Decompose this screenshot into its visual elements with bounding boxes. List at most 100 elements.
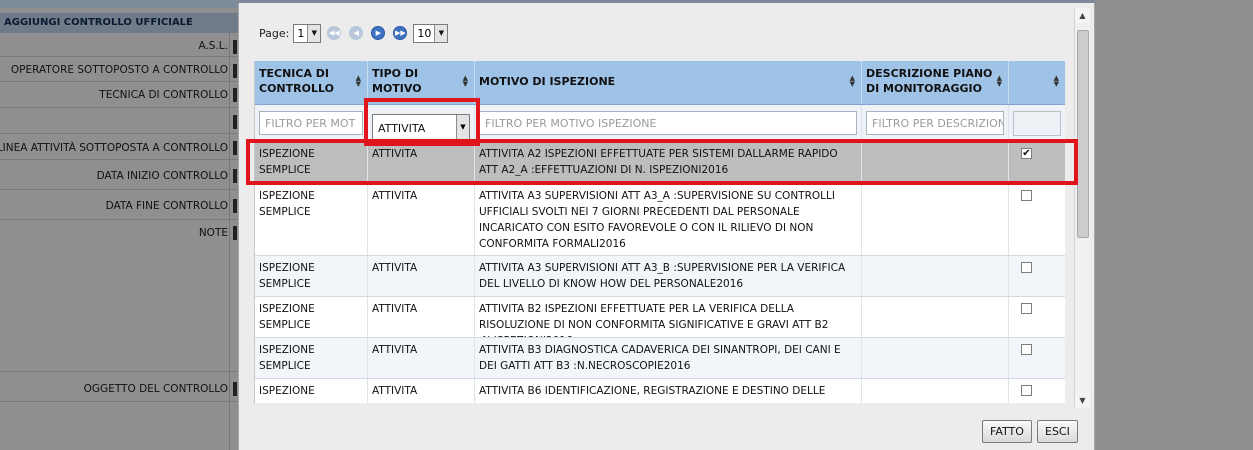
bg-row-asl: A.S.L.: [0, 37, 238, 57]
cell-descrizione: [862, 184, 1009, 255]
bg-row-linea: LINEA ATTIVITÀ SOTTOPOSTA A CONTROLLO: [0, 136, 238, 160]
cell-descrizione: [862, 338, 1009, 378]
cell-tipo: ATTIVITA: [368, 297, 475, 337]
bg-field-oggetto[interactable]: [233, 382, 237, 396]
bg-label-data-fine: DATA FINE CONTROLLO: [105, 200, 228, 212]
cell-motivo: ATTIVITA B2 ISPEZIONI EFFETTUATE PER LA …: [475, 297, 862, 337]
col-header-label: DESCRIZIONE PIANO DI MONITORAGGIO: [866, 67, 993, 95]
bg-label-operatore: OPERATORE SOTTOPOSTO A CONTROLLO: [10, 64, 228, 76]
bg-field-data-fine[interactable]: [233, 199, 237, 213]
bg-field-operatore[interactable]: [233, 64, 237, 78]
table-row[interactable]: ISPEZIONE SEMPLICE ATTIVITA ATTIVITA B3 …: [255, 338, 1065, 379]
scroll-up-icon[interactable]: ▲: [1075, 8, 1090, 23]
filter-cell-motivo: FILTRO PER MOTIVO ISPEZIONE: [475, 105, 862, 141]
dialog-scrollbar[interactable]: ▲ ▼: [1074, 8, 1090, 408]
background-form-header: AGGIUNGI CONTROLLO UFFICIALE: [0, 13, 238, 33]
table-row[interactable]: ISPEZIONE ATTIVITA ATTIVITA B6 IDENTIFIC…: [255, 379, 1065, 403]
sort-icon[interactable]: ▲ ▼: [1054, 75, 1059, 88]
cell-check: [1009, 338, 1065, 378]
cell-check: [1009, 256, 1065, 296]
cell-check: [1009, 297, 1065, 337]
col-header-label: TIPO DI MOTIVO: [372, 67, 422, 95]
row-checkbox[interactable]: [1021, 303, 1032, 314]
scrollbar-thumb[interactable]: [1077, 30, 1089, 238]
pager-label: Page:: [259, 26, 290, 40]
bg-field-linea[interactable]: [233, 141, 237, 155]
page-size-select[interactable]: 10 ▼: [413, 23, 449, 43]
chevron-down-icon: ▼: [456, 115, 469, 139]
table-row[interactable]: ISPEZIONE SEMPLICE ATTIVITA ATTIVITA A3 …: [255, 184, 1065, 256]
bg-row-blank: [0, 110, 238, 134]
table-row[interactable]: ISPEZIONE SEMPLICE ATTIVITA ATTIVITA B2 …: [255, 297, 1065, 338]
bg-field-asl[interactable]: [233, 40, 237, 54]
page-select[interactable]: 1 ▼: [293, 23, 322, 43]
col-header-tipo[interactable]: TIPO DI MOTIVO ▲ ▼: [368, 61, 475, 104]
filter-motivo-input[interactable]: FILTRO PER MOTIVO ISPEZIONE: [479, 111, 857, 135]
bg-field-note[interactable]: [233, 226, 237, 240]
cell-tipo: ATTIVITA: [368, 184, 475, 255]
bg-label-linea: LINEA ATTIVITÀ SOTTOPOSTA A CONTROLLO: [0, 142, 228, 154]
page-size-value: 10: [417, 26, 432, 40]
fatto-button[interactable]: FATTO: [982, 420, 1032, 443]
cell-tipo: ATTIVITA: [368, 256, 475, 296]
row-checkbox[interactable]: [1021, 344, 1032, 355]
bg-row-data-fine: DATA FINE CONTROLLO: [0, 192, 238, 220]
bg-row-operatore: OPERATORE SOTTOPOSTO A CONTROLLO: [0, 60, 238, 82]
col-header-check[interactable]: ▲ ▼: [1009, 61, 1065, 104]
table-row[interactable]: ISPEZIONE SEMPLICE ATTIVITA ATTIVITA A3 …: [255, 256, 1065, 297]
cell-tecnica: ISPEZIONE: [255, 379, 368, 403]
col-header-tecnica[interactable]: TECNICA DI CONTROLLO ▲ ▼: [255, 61, 368, 104]
cell-tecnica: ISPEZIONE SEMPLICE: [255, 297, 368, 337]
cell-descrizione: [862, 256, 1009, 296]
page-select-value: 1: [297, 26, 305, 40]
bg-row-tecnica: TECNICA DI CONTROLLO: [0, 84, 238, 108]
filter-tecnica-input[interactable]: FILTRO PER MOT: [259, 111, 363, 135]
last-page-icon[interactable]: ▶▶: [393, 26, 408, 40]
pager: Page: 1 ▼ ◀◀ ◀ ▶ ▶▶ 10 ▼: [259, 23, 449, 43]
bg-field-tecnica[interactable]: [233, 88, 237, 102]
prev-page-icon[interactable]: ◀: [349, 26, 364, 40]
cell-tipo: ATTIVITA: [368, 142, 475, 183]
row-checkbox[interactable]: [1021, 385, 1032, 396]
cell-tipo: ATTIVITA: [368, 338, 475, 378]
first-page-icon[interactable]: ◀◀: [327, 26, 342, 40]
cell-motivo: ATTIVITA A3 SUPERVISIONI ATT A3_B :SUPER…: [475, 256, 862, 296]
cell-check: ✔: [1009, 142, 1065, 183]
bg-row-oggetto: OGGETTO DEL CONTROLLO: [0, 378, 238, 402]
filter-descrizione-input[interactable]: FILTRO PER DESCRIZIONE: [866, 111, 1004, 135]
motivi-grid: TECNICA DI CONTROLLO ▲ ▼ TIPO DI MOTIVO ▲…: [254, 61, 1065, 403]
row-checkbox[interactable]: [1021, 190, 1032, 201]
col-header-descrizione[interactable]: DESCRIZIONE PIANO DI MONITORAGGIO ▲ ▼: [862, 61, 1009, 104]
col-header-motivo[interactable]: MOTIVO DI ISPEZIONE ▲ ▼: [475, 61, 862, 104]
scroll-down-icon[interactable]: ▼: [1075, 393, 1090, 408]
bg-field-extra[interactable]: [233, 115, 237, 129]
cell-tecnica: ISPEZIONE SEMPLICE: [255, 142, 368, 183]
bg-row-data-inizio: DATA INIZIO CONTROLLO: [0, 162, 238, 190]
sort-icon[interactable]: ▲ ▼: [850, 75, 855, 88]
cell-motivo: ATTIVITA B3 DIAGNOSTICA CADAVERICA DEI S…: [475, 338, 862, 378]
cell-motivo: ATTIVITA A2 ISPEZIONI EFFETTUATE PER SIS…: [475, 142, 862, 183]
next-page-icon[interactable]: ▶: [371, 26, 386, 40]
row-checkbox[interactable]: ✔: [1021, 148, 1032, 159]
bg-field-data-inizio[interactable]: [233, 169, 237, 183]
esci-button[interactable]: ESCI: [1037, 420, 1078, 443]
cell-tipo: ATTIVITA: [368, 379, 475, 403]
cell-check: [1009, 184, 1065, 255]
sort-icon[interactable]: ▲ ▼: [997, 75, 1002, 88]
filter-cell-tipo: ATTIVITA ▼: [368, 105, 475, 141]
cell-tecnica: ISPEZIONE SEMPLICE: [255, 338, 368, 378]
chevron-down-icon: ▼: [307, 24, 321, 42]
grid-header: TECNICA DI CONTROLLO ▲ ▼ TIPO DI MOTIVO ▲…: [255, 61, 1065, 105]
bg-label-data-inizio: DATA INIZIO CONTROLLO: [96, 170, 228, 182]
sort-icon[interactable]: ▲ ▼: [356, 75, 361, 88]
table-row[interactable]: ISPEZIONE SEMPLICE ATTIVITA ATTIVITA A2 …: [255, 142, 1065, 184]
bg-row-note: NOTE: [0, 222, 238, 372]
cell-check: [1009, 379, 1065, 403]
filter-cell-tecnica: FILTRO PER MOT: [255, 105, 368, 141]
filter-cell-descrizione: FILTRO PER DESCRIZIONE: [862, 105, 1009, 141]
sort-icon[interactable]: ▲ ▼: [463, 75, 468, 88]
chevron-down-icon: ▼: [434, 24, 448, 42]
cell-descrizione: [862, 142, 1009, 183]
filter-tipo-select[interactable]: ATTIVITA ▼: [372, 114, 470, 140]
row-checkbox[interactable]: [1021, 262, 1032, 273]
